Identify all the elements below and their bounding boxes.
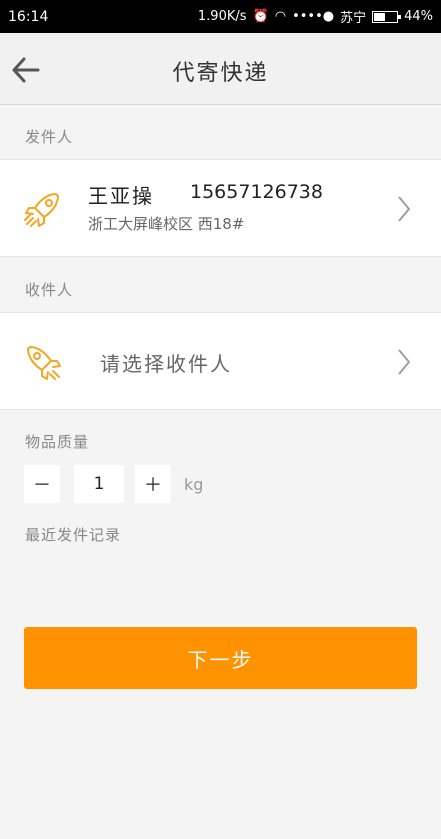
- chevron-right-icon: [398, 196, 411, 222]
- sender-phone: 15657126738: [190, 181, 323, 203]
- network-speed: 1.90K/s: [197, 9, 247, 24]
- battery-icon: [372, 10, 402, 23]
- rocket-icon: [27, 346, 61, 380]
- chevron-right-icon: [398, 349, 411, 375]
- decrement-button[interactable]: －: [24, 465, 60, 503]
- status-bar: 16:14 1.90K/s ⏰ ◠ ••••● 苏宁 44%: [0, 0, 441, 33]
- select-receiver-placeholder: 请选择收件人: [100, 352, 232, 376]
- rocket-icon: [24, 193, 59, 227]
- weight-input[interactable]: [74, 465, 124, 503]
- wifi-icon: ◠: [274, 9, 287, 24]
- sender-card[interactable]: 王亚操 15657126738 浙工大屏峰校区 西18#: [0, 159, 441, 257]
- sender-address: 浙工大屏峰校区 西18#: [88, 215, 245, 233]
- weight-section-label: 物品质量: [25, 433, 90, 451]
- signal-icon: ••••●: [292, 9, 335, 24]
- carrier-name: 苏宁: [340, 11, 367, 26]
- increment-button[interactable]: ＋: [135, 465, 171, 503]
- nav-bar: 代寄快递: [0, 33, 441, 105]
- page-title: 代寄快递: [172, 61, 269, 86]
- sender-name: 王亚操: [88, 184, 154, 208]
- sender-section-label: 发件人: [25, 128, 74, 146]
- battery-percent: 44%: [404, 9, 433, 24]
- status-time: 16:14: [8, 8, 49, 25]
- alarm-icon: ⏰: [252, 9, 269, 24]
- receiver-section-label: 收件人: [25, 281, 74, 299]
- recent-records-link[interactable]: 最近发件记录: [25, 524, 121, 545]
- status-indicators: 1.90K/s ⏰ ◠ ••••● 苏宁 44%: [198, 7, 433, 26]
- receiver-card[interactable]: 请选择收件人: [0, 312, 441, 410]
- next-step-button[interactable]: 下一步: [24, 627, 417, 689]
- weight-unit: kg: [184, 475, 204, 494]
